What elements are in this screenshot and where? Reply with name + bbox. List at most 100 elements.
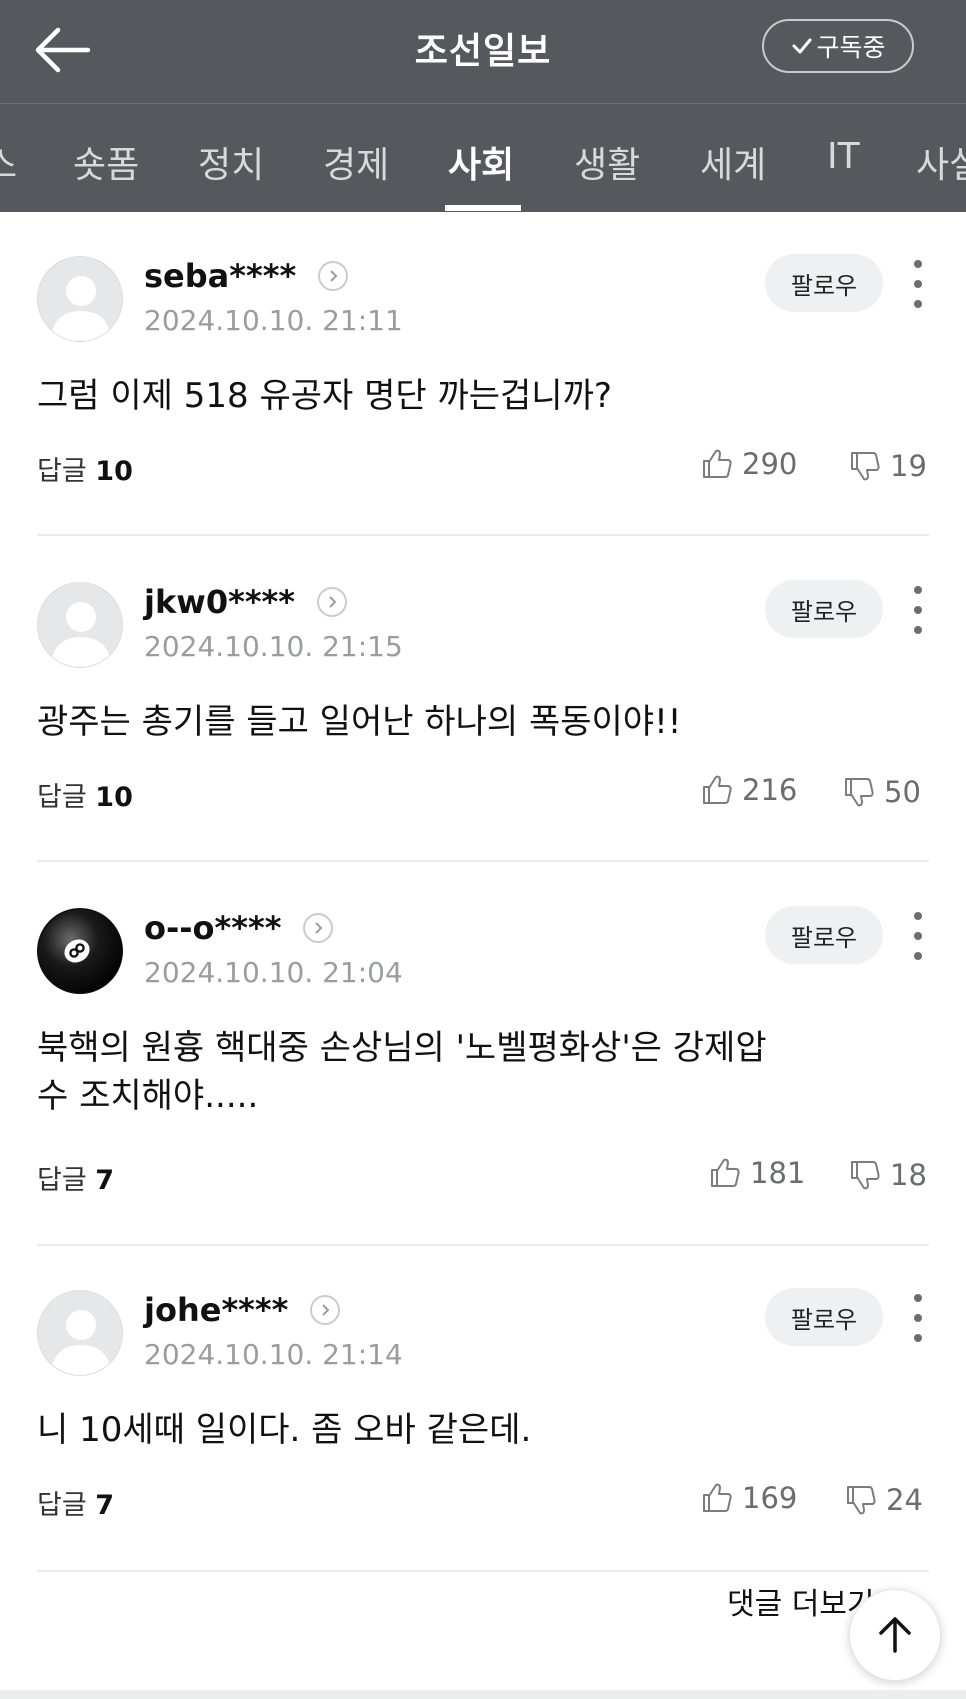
like-count: 290 (742, 447, 798, 481)
subscribe-button[interactable]: 구독중 (762, 19, 914, 73)
username[interactable]: johe**** (144, 1291, 288, 1329)
tab-politics[interactable]: 정치 (198, 136, 264, 188)
profile-chevron-button[interactable] (303, 913, 334, 943)
reply-count: 10 (95, 782, 133, 813)
thumbs-down-icon (845, 778, 874, 807)
comment-divider (37, 860, 929, 862)
reply-count: 7 (95, 1490, 115, 1521)
more-options-button[interactable] (906, 1290, 930, 1346)
dot-icon (914, 586, 922, 594)
timestamp: 2024.10.10. 21:04 (144, 956, 403, 989)
comment-item: seba**** 2024.10.10. 21:11 팔로우 그럼 이제 518… (0, 212, 966, 538)
active-tab-indicator (445, 205, 521, 211)
subscribe-label: 구독중 (816, 33, 886, 62)
reply-button[interactable]: 답글 7 (37, 1483, 114, 1522)
username[interactable]: seba**** (144, 257, 296, 295)
top-bar: 조선일보 구독중 (0, 0, 966, 104)
like-button[interactable]: 290 (700, 447, 797, 481)
thumbs-up-icon (703, 449, 732, 478)
tab-partial-left[interactable]: 스 (0, 136, 17, 188)
category-tabs: 스 숏폼 정치 경제 사회 생활 세계 IT 사설 (0, 104, 966, 212)
tab-economy[interactable]: 경제 (323, 136, 389, 188)
tab-life[interactable]: 생활 (574, 136, 640, 188)
comment-text: 광주는 총기를 들고 일어난 하나의 폭동이야!! (37, 702, 682, 742)
reply-count: 10 (95, 456, 133, 487)
tab-editorial[interactable]: 사설 (916, 136, 966, 188)
timestamp: 2024.10.10. 21:14 (144, 1338, 403, 1371)
dislike-button[interactable]: 19 (848, 449, 927, 483)
reply-count: 7 (95, 1165, 115, 1196)
default-avatar-icon (50, 1310, 112, 1375)
more-options-button[interactable] (906, 582, 930, 638)
avatar[interactable] (37, 582, 123, 668)
more-options-button[interactable] (906, 908, 930, 964)
profile-chevron-button[interactable] (310, 1295, 341, 1325)
chevron-right-icon (322, 1304, 330, 1316)
user-row: o--o**** (144, 908, 334, 948)
reply-button[interactable]: 답글 10 (37, 775, 133, 814)
reply-label: 답글 (37, 1165, 87, 1196)
tab-shortform[interactable]: 숏폼 (73, 136, 139, 188)
comment-text: 그럼 이제 518 유공자 명단 까는겁니까? (37, 376, 612, 416)
comment-item: o--o**** 2024.10.10. 21:04 팔로우 북핵의 원흉 핵대… (0, 864, 966, 1246)
tab-society[interactable]: 사회 (448, 136, 514, 188)
dot-icon (914, 952, 922, 960)
follow-button[interactable]: 팔로우 (765, 906, 883, 964)
bottom-strip (0, 1690, 966, 1699)
like-button[interactable]: 169 (700, 1481, 797, 1515)
like-button[interactable]: 181 (708, 1156, 805, 1190)
user-row: seba**** (144, 256, 349, 296)
dot-icon (914, 280, 922, 288)
tab-world[interactable]: 세계 (700, 136, 766, 188)
scroll-to-top-button[interactable] (849, 1589, 941, 1681)
default-avatar-icon (50, 276, 112, 341)
username[interactable]: o--o**** (144, 909, 281, 947)
reply-label: 답글 (37, 782, 87, 813)
default-avatar-icon (50, 602, 112, 667)
more-options-button[interactable] (906, 256, 930, 312)
comment-item: johe**** 2024.10.10. 21:14 팔로우 니 10세때 일이… (0, 1246, 966, 1572)
reply-button[interactable]: 답글 7 (37, 1158, 114, 1197)
username[interactable]: jkw0**** (144, 583, 295, 621)
dot-icon (914, 260, 922, 268)
dislike-button[interactable]: 50 (842, 775, 921, 809)
dislike-button[interactable]: 18 (848, 1158, 927, 1192)
follow-button[interactable]: 팔로우 (765, 580, 883, 638)
timestamp: 2024.10.10. 21:15 (144, 630, 403, 663)
user-row: johe**** (144, 1290, 341, 1330)
comment-text-line: 수 조치해야..... (37, 1076, 259, 1116)
dot-icon (914, 1334, 922, 1342)
dot-icon (914, 1314, 922, 1322)
avatar[interactable] (37, 1290, 123, 1376)
comment-text: 북핵의 원흉 핵대중 손상님의 '노벨평화상'은 강제압 수 조치해야..... (37, 1024, 917, 1120)
thumbs-down-icon (851, 452, 880, 481)
thumbs-up-icon (703, 775, 732, 804)
dot-icon (914, 1294, 922, 1302)
dislike-button[interactable]: 24 (844, 1483, 923, 1517)
follow-button[interactable]: 팔로우 (765, 1288, 883, 1346)
like-button[interactable]: 216 (700, 773, 797, 807)
comment-text-line: 북핵의 원흉 핵대중 손상님의 '노벨평화상'은 강제압 (37, 1028, 767, 1068)
dot-icon (914, 606, 922, 614)
follow-button[interactable]: 팔로우 (765, 254, 883, 312)
dot-icon (914, 912, 922, 920)
dislike-count: 18 (890, 1158, 927, 1192)
comment-text: 니 10세때 일이다. 좀 오바 같은데. (37, 1410, 532, 1450)
profile-chevron-button[interactable] (317, 587, 348, 617)
thumbs-down-icon (847, 1486, 876, 1515)
tab-it[interactable]: IT (827, 136, 860, 177)
avatar[interactable] (37, 908, 123, 994)
dislike-count: 50 (884, 775, 921, 809)
reply-button[interactable]: 답글 10 (37, 449, 133, 488)
avatar[interactable] (37, 256, 123, 342)
reply-label: 답글 (37, 456, 87, 487)
dot-icon (914, 626, 922, 634)
eight-ball-icon (38, 909, 122, 993)
profile-chevron-button[interactable] (318, 261, 349, 291)
thumbs-up-icon (703, 1483, 732, 1512)
header: 조선일보 구독중 스 숏폼 정치 경제 사회 생활 세계 IT 사설 (0, 0, 966, 212)
chevron-right-icon (329, 596, 337, 608)
check-icon (792, 38, 812, 54)
chevron-right-icon (315, 922, 323, 934)
thumbs-up-icon (711, 1158, 740, 1187)
